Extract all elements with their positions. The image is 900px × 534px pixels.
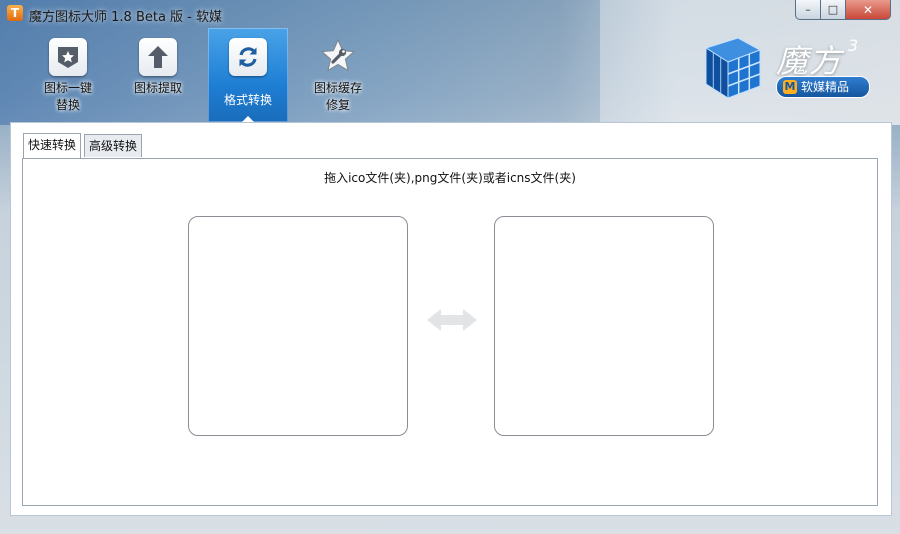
tool-label: 图标提取 — [133, 81, 182, 95]
tool-label: 格式转换 — [223, 93, 272, 107]
window-title: 魔方图标大师 1.8 Beta 版 - 软媒 — [29, 10, 223, 25]
quick-convert-panel: 拖入ico文件(夹),png文件(夹)或者icns文件(夹) — [22, 158, 878, 506]
star-badge-icon — [49, 38, 87, 76]
tool-label: 图标一键 替换 — [43, 81, 92, 112]
window-controls: – □ ✕ — [795, 0, 891, 20]
brand-logo: 魔方 3 M 软媒精品 — [698, 36, 878, 102]
close-button[interactable]: ✕ — [846, 0, 891, 20]
tab-quick-convert[interactable]: 快速转换 — [23, 133, 82, 158]
minimize-button[interactable]: – — [795, 0, 821, 20]
cube-logo-icon — [704, 37, 762, 99]
tool-icon-cache-repair[interactable]: 图标缓存 修复 — [298, 28, 378, 122]
star-wrench-icon — [319, 38, 357, 76]
arrow-up-icon — [139, 38, 177, 76]
maximize-button[interactable]: □ — [821, 0, 846, 20]
app-icon: T — [7, 5, 23, 21]
logo-version: 3 — [848, 36, 859, 55]
content-area: 快速转换 高级转换 拖入ico文件(夹),png文件(夹)或者icns文件(夹) — [10, 122, 892, 516]
main-toolbar: 图标一键 替换 图标提取 格式转换 图标缓存 修复 — [0, 28, 680, 123]
ruanmei-badge: M 软媒精品 — [776, 76, 870, 98]
drop-hint: 拖入ico文件(夹),png文件(夹)或者icns文件(夹) — [324, 171, 576, 185]
double-arrow-icon — [427, 309, 477, 331]
tool-label: 图标缓存 修复 — [313, 81, 362, 112]
app-window: T 魔方图标大师 1.8 Beta 版 - 软媒 – □ ✕ 图标一键 替换 图… — [0, 0, 900, 534]
source-drop-zone[interactable] — [188, 216, 408, 436]
tool-format-convert[interactable]: 格式转换 — [208, 28, 288, 123]
badge-text: 软媒精品 — [801, 80, 850, 94]
tool-icon-extract[interactable]: 图标提取 — [118, 28, 198, 122]
target-drop-zone[interactable] — [494, 216, 714, 436]
tab-advanced-convert[interactable]: 高级转换 — [84, 134, 143, 157]
ruanmei-m-icon: M — [783, 80, 797, 94]
refresh-icon — [229, 38, 267, 76]
title-bar[interactable]: T 魔方图标大师 1.8 Beta 版 - 软媒 – □ ✕ — [0, 0, 900, 28]
tool-icon-replace[interactable]: 图标一键 替换 — [28, 28, 108, 122]
